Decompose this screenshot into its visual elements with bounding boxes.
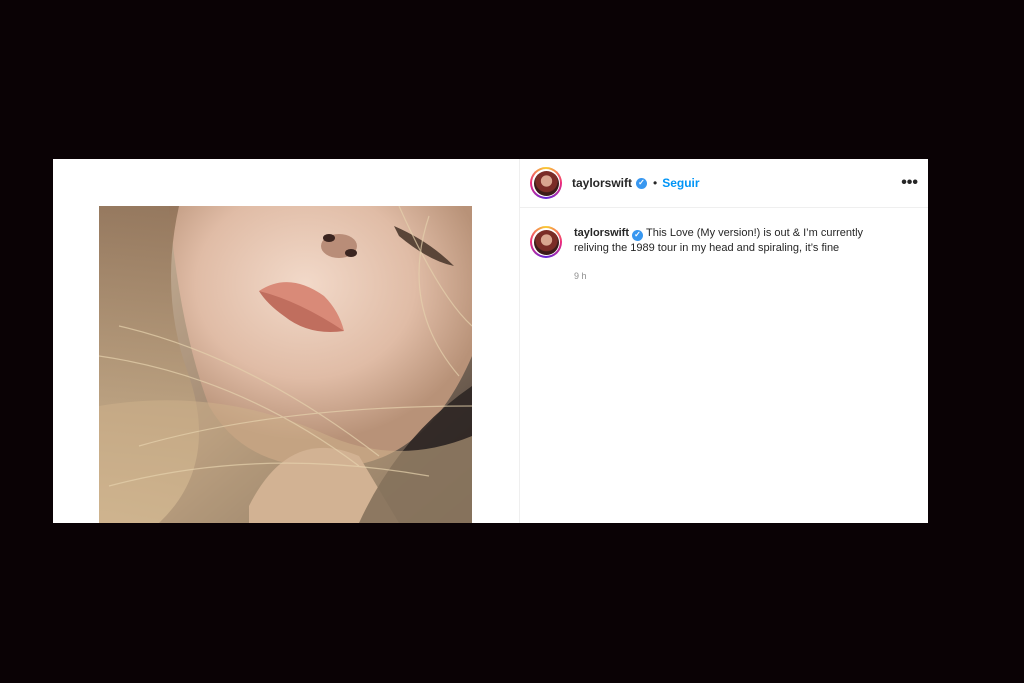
post-photo-illustration <box>99 206 472 523</box>
verified-badge-icon: ✓ <box>636 177 648 189</box>
more-options-icon[interactable]: ••• <box>901 175 918 191</box>
caption-avatar-frame <box>532 228 560 256</box>
caption-username[interactable]: taylorswift <box>574 227 629 239</box>
avatar[interactable] <box>530 167 562 199</box>
caption-avatar-image <box>533 229 559 255</box>
caption-text-block: taylorswift ✓ This Love (My version!) is o… <box>574 226 874 258</box>
post-header: taylorswift ✓ • Seguir ••• <box>520 159 928 208</box>
caption-avatar[interactable] <box>530 226 562 258</box>
instagram-post-dialog: taylorswift ✓ • Seguir ••• taylorswift ✓ T… <box>53 159 928 523</box>
post-media-pane <box>53 159 520 523</box>
avatar-image <box>533 170 559 196</box>
follow-button[interactable]: Seguir <box>662 176 699 190</box>
caption-verified-badge-icon: ✓ <box>632 229 644 241</box>
header-username[interactable]: taylorswift <box>572 176 632 190</box>
post-side-pane: taylorswift ✓ • Seguir ••• taylorswift ✓ T… <box>520 159 928 523</box>
post-timestamp[interactable]: 9 h <box>574 271 928 281</box>
avatar-frame <box>532 169 560 197</box>
post-photo[interactable] <box>99 206 472 523</box>
caption-row: taylorswift ✓ This Love (My version!) is o… <box>520 208 928 258</box>
header-separator: • <box>653 176 658 190</box>
